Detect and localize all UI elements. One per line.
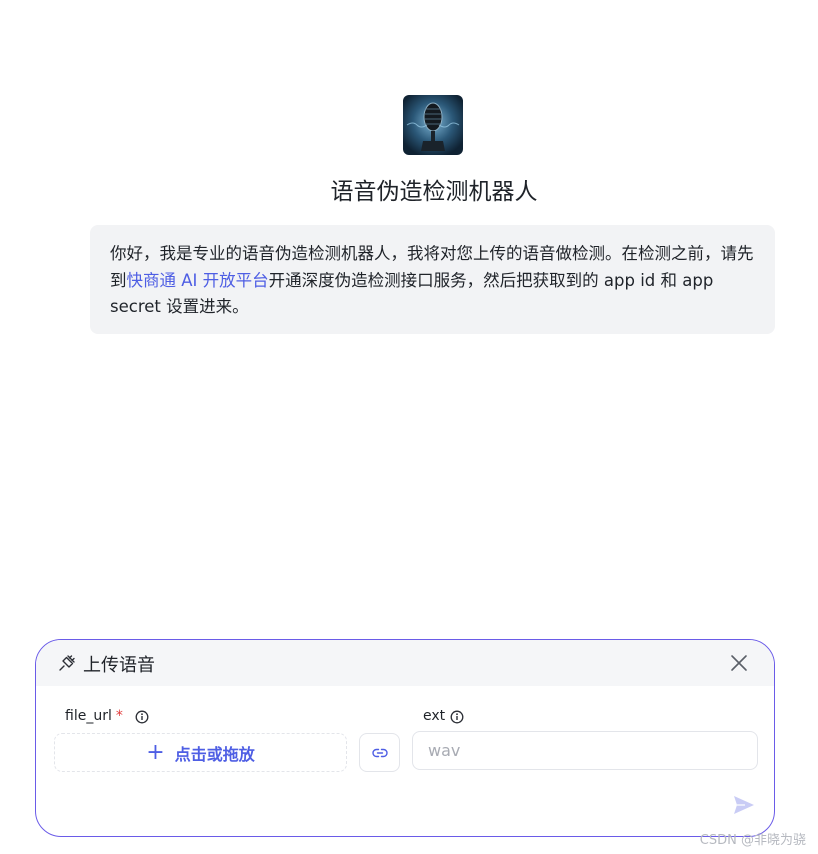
bot-avatar bbox=[403, 95, 463, 155]
chat-page: 语音伪造检测机器人 你好，我是专业的语音伪造检测机器人，我将对您上传的语音做检测… bbox=[0, 0, 818, 854]
watermark: CSDN @非晓为骁 bbox=[699, 833, 806, 848]
close-icon[interactable] bbox=[730, 654, 748, 672]
greeting-message: 你好，我是专业的语音伪造检测机器人，我将对您上传的语音做检测。在检测之前，请先到… bbox=[90, 225, 775, 334]
required-mark: * bbox=[115, 708, 123, 724]
platform-link[interactable]: 快商通 AI 开放平台 bbox=[127, 271, 269, 290]
upload-panel-header: 上传语音 bbox=[36, 640, 774, 686]
ext-label: ext bbox=[423, 708, 446, 724]
info-icon[interactable] bbox=[135, 710, 149, 724]
file-drop-label: 点击或拖放 bbox=[174, 744, 255, 764]
info-icon[interactable] bbox=[450, 710, 464, 724]
microphone-icon bbox=[406, 102, 460, 151]
file-url-label-text: file_url bbox=[65, 708, 112, 724]
upload-panel: 上传语音 file_url * ext + 点击或拖放 bbox=[35, 639, 775, 837]
upload-panel-title: 上传语音 bbox=[83, 655, 155, 676]
plus-icon: + bbox=[146, 739, 165, 765]
file-url-label: file_url * bbox=[65, 708, 123, 724]
ext-input[interactable] bbox=[412, 731, 758, 770]
bot-name: 语音伪造检测机器人 bbox=[330, 179, 538, 205]
link-icon bbox=[371, 748, 388, 757]
plugin-icon bbox=[59, 655, 75, 671]
send-icon[interactable] bbox=[733, 795, 755, 815]
link-url-button[interactable] bbox=[359, 733, 400, 772]
file-drop-zone[interactable]: + 点击或拖放 bbox=[54, 733, 347, 772]
